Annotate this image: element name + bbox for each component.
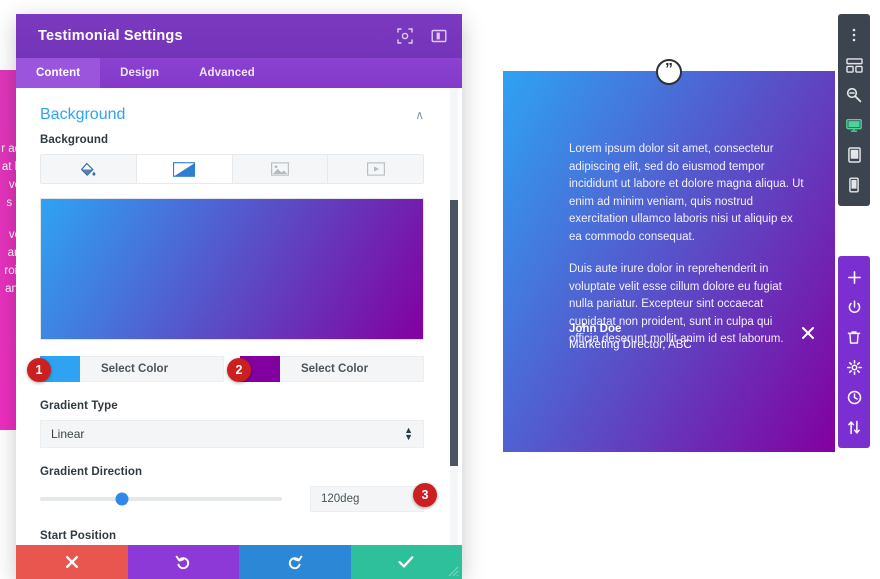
marker-badge-1: 1 <box>27 358 51 382</box>
author-role: Marketing Director, ABC <box>569 339 692 351</box>
background-image-tab[interactable] <box>233 155 329 183</box>
resize-grip-icon[interactable] <box>446 564 459 577</box>
gradient-direction-input[interactable]: 120deg 3 <box>310 483 437 512</box>
trash-icon[interactable] <box>838 322 870 352</box>
marker-badge-3: 3 <box>413 483 437 507</box>
modal-body: Background ∧ Background 1 Select Color 2… <box>16 88 462 578</box>
start-position-label: Start Position <box>40 530 117 542</box>
tablet-view-icon[interactable] <box>838 140 870 170</box>
gradient-color-stop-2[interactable]: 2 Select Color <box>227 356 424 382</box>
more-options-icon[interactable] <box>838 20 870 50</box>
background-color-tab[interactable] <box>41 155 137 183</box>
wireframe-view-icon[interactable] <box>838 50 870 80</box>
gradient-preview <box>40 198 424 340</box>
marker-badge-2: 2 <box>227 358 251 382</box>
gradient-direction-row: 120deg 3 <box>40 483 437 512</box>
rail-bottom-group <box>838 256 870 448</box>
background-field: Background 1 Select Color 2 Select Color… <box>16 134 448 578</box>
gradient-direction-slider[interactable] <box>40 492 282 506</box>
zoom-out-icon[interactable] <box>838 80 870 110</box>
cancel-button[interactable] <box>16 545 128 579</box>
undo-button[interactable] <box>127 545 239 579</box>
slider-knob[interactable] <box>115 492 129 506</box>
screen-root: r adip at lab veni s nis volu ariat roid… <box>0 0 880 579</box>
modal-header: Testimonial Settings <box>16 14 462 58</box>
gradient-type-select[interactable]: Linear ▲ ▼ <box>40 420 424 448</box>
tab-content[interactable]: Content <box>16 58 101 88</box>
background-video-tab[interactable] <box>328 155 423 183</box>
select-color-label-1: Select Color <box>100 363 169 375</box>
modal-header-icons <box>396 27 448 45</box>
gradient-direction-label: Gradient Direction <box>40 466 143 478</box>
tab-design[interactable]: Design <box>100 58 179 88</box>
gradient-type-label: Gradient Type <box>40 400 118 412</box>
history-clock-icon[interactable] <box>838 382 870 412</box>
settings-scroll-area: Background ∧ Background 1 Select Color 2… <box>16 88 448 578</box>
desktop-view-icon[interactable] <box>838 110 870 140</box>
power-icon[interactable] <box>838 292 870 322</box>
background-section-header[interactable]: Background ∧ <box>16 88 448 134</box>
section-title: Background <box>40 106 126 123</box>
add-icon[interactable] <box>838 262 870 292</box>
gradient-color-stop-1[interactable]: 1 Select Color <box>27 356 224 382</box>
testimonial-settings-modal: Testimonial Settings Content Design Adva… <box>16 14 462 578</box>
select-color-label-2: Select Color <box>300 363 369 375</box>
background-type-tabs <box>40 154 424 184</box>
gradient-color-stops: 1 Select Color 2 Select Color <box>27 356 424 382</box>
scrollbar-thumb[interactable] <box>450 200 458 466</box>
tab-advanced[interactable]: Advanced <box>179 58 275 88</box>
quote-mark-icon: ” <box>656 59 682 85</box>
chevron-up-icon[interactable]: ∧ <box>415 108 424 122</box>
preview-close-icon[interactable] <box>801 326 815 340</box>
panel-layout-icon[interactable] <box>430 27 448 45</box>
gradient-direction-value: 120deg <box>321 493 360 505</box>
modal-tabs: Content Design Advanced <box>16 58 462 88</box>
focus-expand-icon[interactable] <box>396 27 414 45</box>
gradient-type-value: Linear <box>51 427 85 441</box>
settings-gear-icon[interactable] <box>838 352 870 382</box>
testimonial-paragraph-1: Lorem ipsum dolor sit amet, consectetur … <box>569 143 804 243</box>
testimonial-author: John Doe Marketing Director, ABC <box>569 321 692 353</box>
chevron-updown-icon: ▲ ▼ <box>404 425 413 442</box>
rail-top-group <box>838 14 870 206</box>
sort-arrows-icon[interactable] <box>838 412 870 442</box>
modal-title: Testimonial Settings <box>38 28 183 44</box>
modal-action-bar <box>16 545 462 579</box>
background-gradient-tab[interactable] <box>136 155 233 183</box>
testimonial-preview-card: ” Lorem ipsum dolor sit amet, consectetu… <box>503 59 835 452</box>
redo-button[interactable] <box>239 545 351 579</box>
editor-tool-rail <box>838 14 870 448</box>
background-label: Background <box>40 134 109 146</box>
save-button[interactable] <box>350 545 462 579</box>
phone-view-icon[interactable] <box>838 170 870 200</box>
author-name: John Doe <box>569 323 622 335</box>
